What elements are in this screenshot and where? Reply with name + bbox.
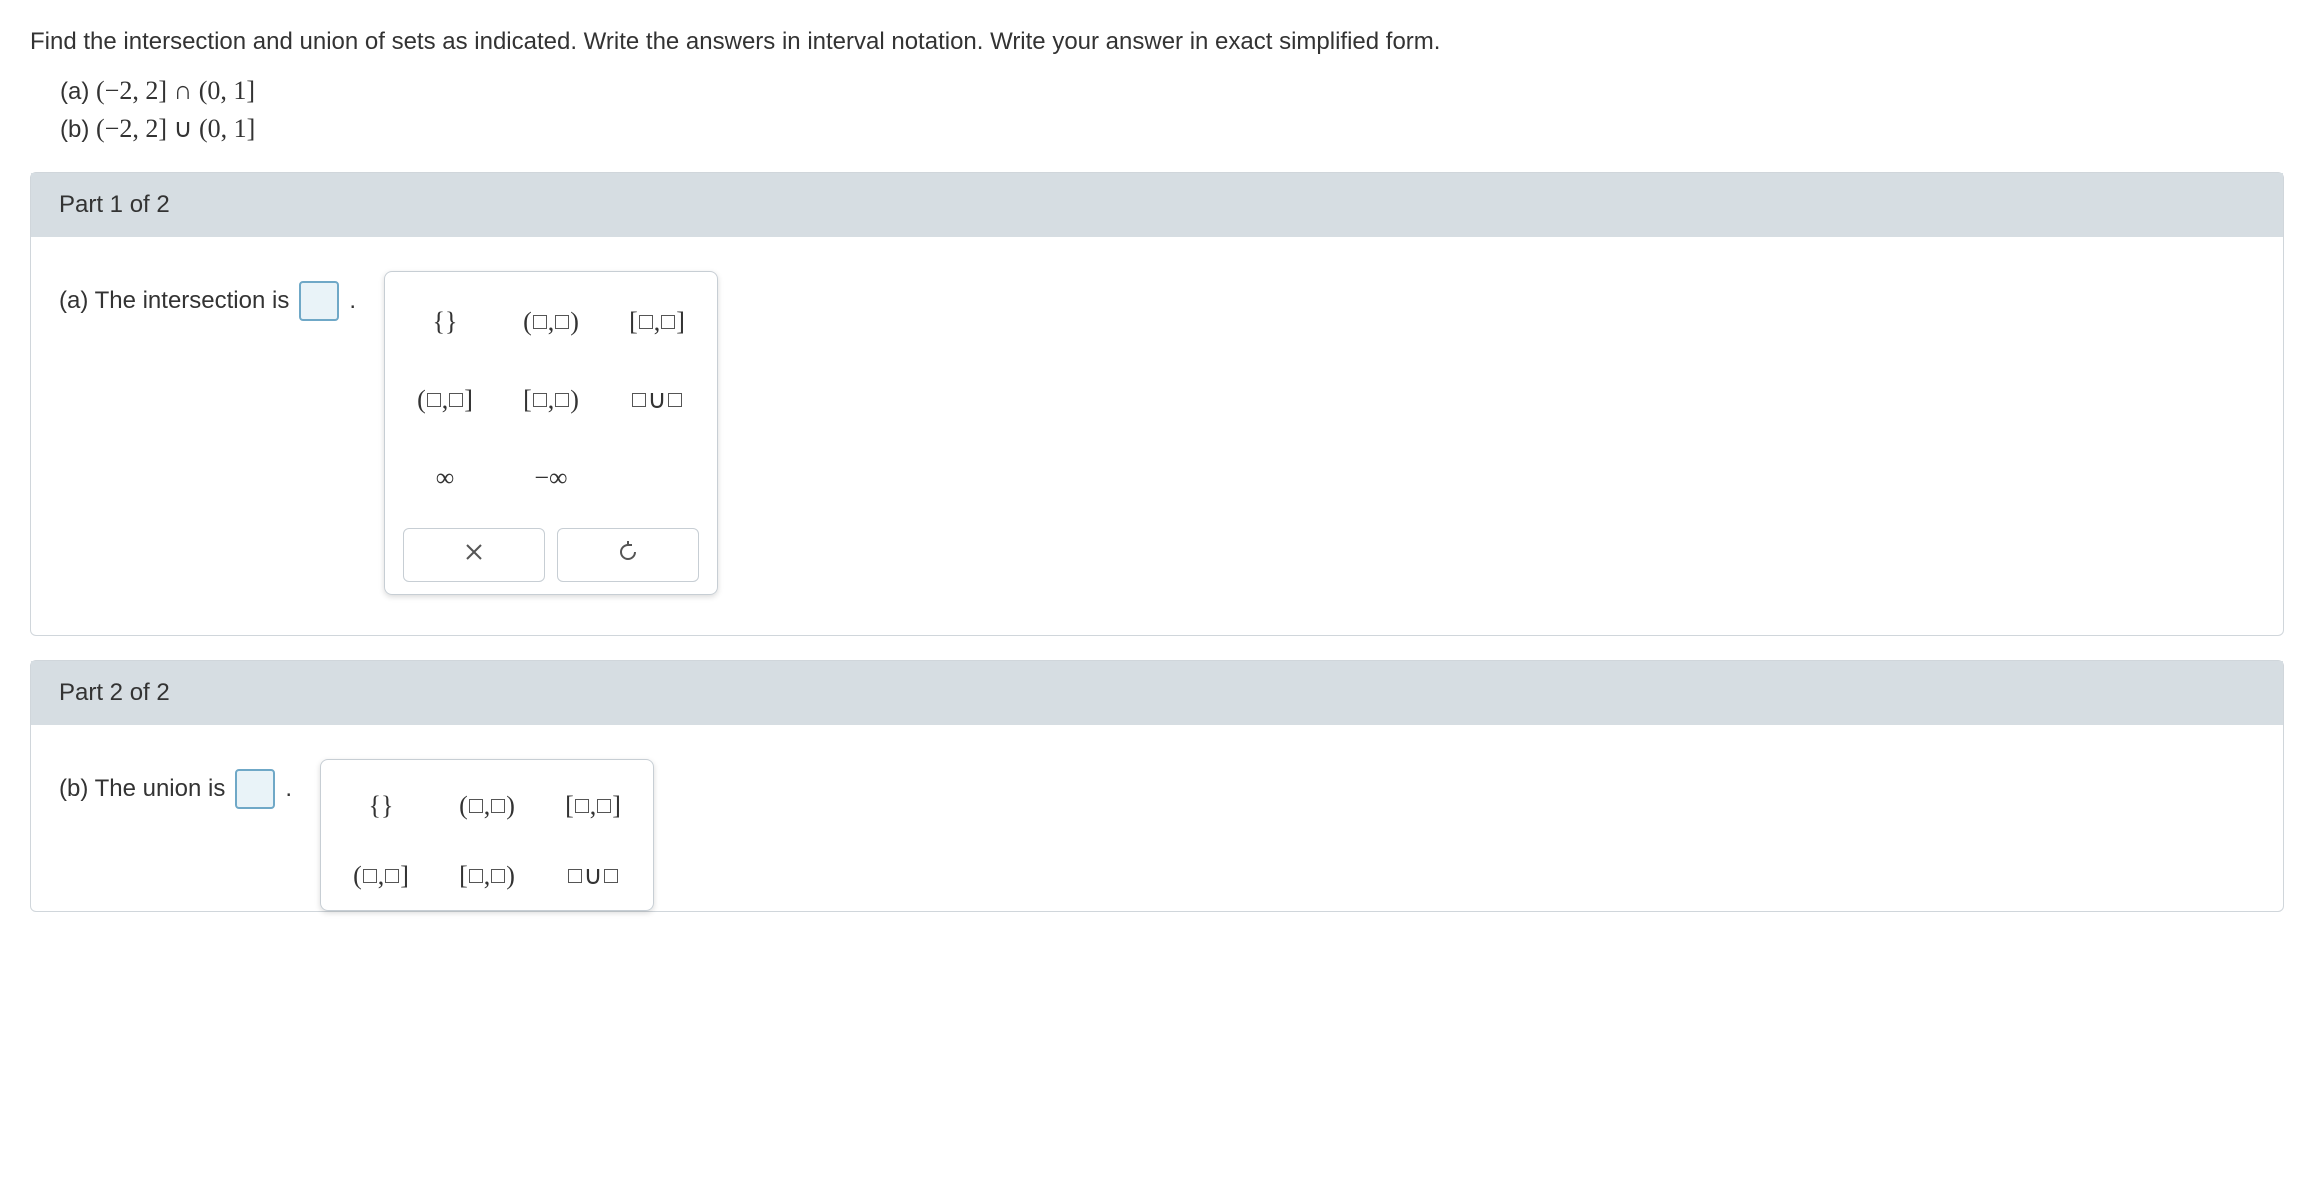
keypad-clear-button[interactable]	[403, 528, 545, 582]
part-1-container: Part 1 of 2 (a) The intersection is . {}…	[30, 172, 2284, 636]
keypad-open-open-button[interactable]: (,)	[445, 778, 529, 834]
keypad-closed-closed-button[interactable]: [,]	[551, 778, 635, 834]
placeholder-icon	[604, 869, 618, 883]
part-2-header: Part 2 of 2	[31, 661, 2283, 725]
question-sub-a: (a) (−2, 2] ∩ (0, 1]	[0, 72, 2314, 110]
intersection-answer-input[interactable]	[299, 281, 339, 321]
placeholder-icon	[385, 869, 399, 883]
part-2-answer-line: (b) The union is .	[59, 759, 292, 809]
keypad-empty-set-button[interactable]: {}	[403, 290, 487, 354]
sub-b-label: (b)	[60, 116, 96, 143]
keypad-open-closed-button[interactable]: (,]	[403, 368, 487, 432]
reset-icon	[617, 541, 639, 569]
part-2-container: Part 2 of 2 (b) The union is . {} (,) [,…	[30, 660, 2284, 912]
placeholder-icon	[533, 393, 547, 407]
infinity-label: ∞	[436, 463, 455, 493]
placeholder-icon	[449, 393, 463, 407]
placeholder-icon	[668, 393, 682, 407]
placeholder-icon	[661, 315, 675, 329]
part-1-answer-label: (a) The intersection is	[59, 287, 289, 315]
empty-set-label: {}	[369, 791, 394, 821]
empty-set-label: {}	[433, 307, 458, 337]
placeholder-icon	[469, 799, 483, 813]
sub-b-math: (−2, 2] ∪ (0, 1]	[96, 114, 255, 143]
placeholder-icon	[491, 799, 505, 813]
keypad-union-button[interactable]: ∪	[615, 368, 699, 432]
placeholder-icon	[632, 393, 646, 407]
period: .	[285, 775, 292, 803]
placeholder-icon	[533, 315, 547, 329]
keypad-open-closed-button[interactable]: (,]	[339, 848, 423, 904]
question-prompt: Find the intersection and union of sets …	[0, 0, 2314, 72]
part-1-body: (a) The intersection is . {} (,) [,] (,]…	[31, 237, 2283, 635]
keypad-empty-set-button[interactable]: {}	[339, 778, 423, 834]
keypad-neg-infinity-button[interactable]: −∞	[509, 446, 593, 510]
placeholder-icon	[555, 315, 569, 329]
sub-a-math: (−2, 2] ∩ (0, 1]	[96, 76, 255, 105]
question-sub-b: (b) (−2, 2] ∪ (0, 1]	[0, 110, 2314, 148]
keypad-spacer	[615, 446, 699, 510]
keypad-part-2: {} (,) [,] (,] [,) ∪	[320, 759, 654, 911]
keypad-closed-open-button[interactable]: [,)	[445, 848, 529, 904]
keypad-union-button[interactable]: ∪	[551, 848, 635, 904]
close-icon	[464, 542, 484, 568]
placeholder-icon	[555, 393, 569, 407]
keypad-reset-button[interactable]	[557, 528, 699, 582]
part-1-header: Part 1 of 2	[31, 173, 2283, 237]
neg-infinity-label: −∞	[534, 463, 567, 493]
period: .	[349, 287, 356, 315]
placeholder-icon	[597, 799, 611, 813]
keypad-open-open-button[interactable]: (,)	[509, 290, 593, 354]
placeholder-icon	[469, 869, 483, 883]
placeholder-icon	[639, 315, 653, 329]
part-2-body: (b) The union is . {} (,) [,] (,] [,) ∪	[31, 725, 2283, 911]
placeholder-icon	[363, 869, 377, 883]
placeholder-icon	[427, 393, 441, 407]
placeholder-icon	[491, 869, 505, 883]
union-answer-input[interactable]	[235, 769, 275, 809]
keypad-closed-open-button[interactable]: [,)	[509, 368, 593, 432]
part-2-answer-label: (b) The union is	[59, 775, 225, 803]
part-1-answer-line: (a) The intersection is .	[59, 271, 356, 321]
placeholder-icon	[575, 799, 589, 813]
keypad-closed-closed-button[interactable]: [,]	[615, 290, 699, 354]
keypad-infinity-button[interactable]: ∞	[403, 446, 487, 510]
keypad-part-1: {} (,) [,] (,] [,) ∪ ∞ −∞	[384, 271, 718, 595]
placeholder-icon	[568, 869, 582, 883]
sub-a-label: (a)	[60, 78, 96, 105]
